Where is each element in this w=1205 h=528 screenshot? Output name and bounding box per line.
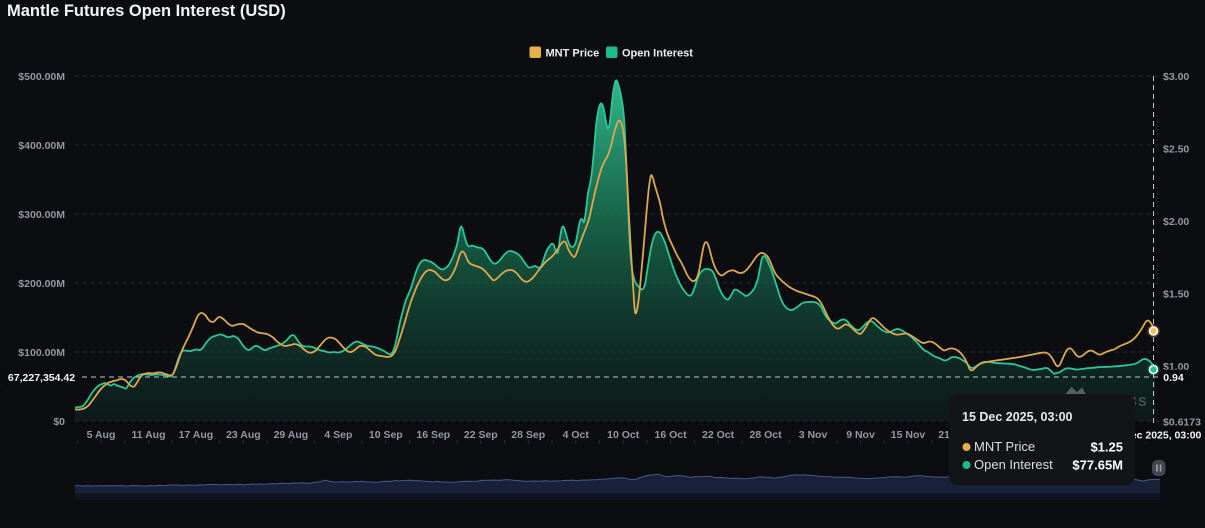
svg-text:Open Interest: Open Interest (974, 457, 1053, 472)
svg-text:$3.00: $3.00 (1163, 71, 1189, 83)
svg-text:15 Dec 2025, 03:00: 15 Dec 2025, 03:00 (962, 410, 1073, 424)
svg-text:28 Oct: 28 Oct (750, 429, 783, 441)
svg-text:22 Oct: 22 Oct (702, 429, 735, 441)
svg-text:$400.00M: $400.00M (18, 140, 65, 152)
svg-text:$77.65M: $77.65M (1072, 458, 1123, 473)
svg-text:11 Aug: 11 Aug (131, 429, 165, 441)
svg-text:$100.00M: $100.00M (18, 347, 65, 359)
svg-text:$500.00M: $500.00M (18, 71, 65, 83)
svg-text:16 Sep: 16 Sep (416, 429, 450, 441)
svg-text:Mantle Futures Open Interest (: Mantle Futures Open Interest (USD) (7, 2, 286, 20)
svg-text:10 Oct: 10 Oct (607, 429, 640, 441)
svg-text:$1.50: $1.50 (1163, 289, 1189, 301)
svg-text:$1.25: $1.25 (1090, 440, 1123, 455)
svg-text:29 Aug: 29 Aug (274, 429, 309, 441)
svg-text:22 Sep: 22 Sep (464, 429, 498, 441)
svg-text:17 Aug: 17 Aug (179, 429, 214, 441)
svg-text:0.94: 0.94 (1163, 372, 1184, 384)
svg-text:$2.50: $2.50 (1163, 144, 1189, 156)
svg-text:67,227,354.42: 67,227,354.42 (8, 372, 75, 384)
svg-text:4 Sep: 4 Sep (324, 429, 352, 441)
svg-text:$0: $0 (53, 416, 65, 428)
svg-text:4 Oct: 4 Oct (563, 429, 590, 441)
svg-text:Open Interest: Open Interest (622, 48, 693, 60)
svg-text:3 Nov: 3 Nov (799, 429, 828, 441)
svg-text:15 Nov: 15 Nov (891, 429, 926, 441)
svg-text:28 Sep: 28 Sep (511, 429, 545, 441)
svg-text:$2.00: $2.00 (1163, 216, 1189, 228)
svg-text:10 Sep: 10 Sep (369, 429, 403, 441)
svg-text:MNT Price: MNT Price (546, 48, 600, 60)
svg-text:16 Oct: 16 Oct (655, 429, 688, 441)
svg-text:$200.00M: $200.00M (18, 278, 65, 290)
svg-text:$300.00M: $300.00M (18, 209, 65, 221)
svg-text:MNT Price: MNT Price (974, 439, 1035, 454)
svg-text:5 Aug: 5 Aug (87, 429, 116, 441)
svg-text:9 Nov: 9 Nov (846, 429, 875, 441)
svg-text:23 Aug: 23 Aug (226, 429, 261, 441)
svg-text:$0.6173: $0.6173 (1163, 417, 1201, 429)
